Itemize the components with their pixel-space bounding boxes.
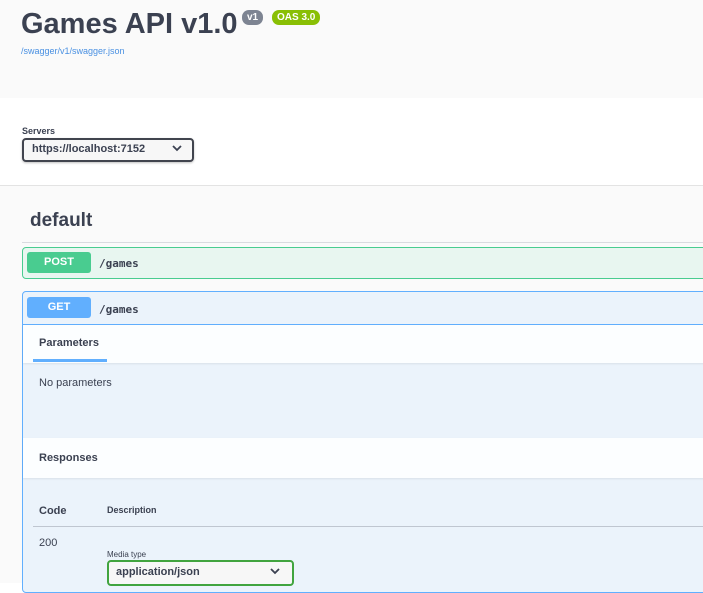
opblock-get-games: GET /games Parameters No parameters Resp… <box>22 291 703 593</box>
column-header-code: Code <box>39 505 67 517</box>
table-header-divider <box>33 526 703 527</box>
no-parameters-text: No parameters <box>39 377 112 389</box>
swagger-json-link[interactable]: /swagger/v1/swagger.json <box>21 46 125 56</box>
servers-label: Servers <box>22 126 56 136</box>
responses-label: Responses <box>39 452 98 464</box>
parameters-header: Parameters <box>23 325 703 363</box>
column-header-description: Description <box>107 505 157 515</box>
tab-parameters[interactable]: Parameters <box>39 337 99 349</box>
chevron-down-icon <box>270 568 280 575</box>
response-code: 200 <box>39 537 58 549</box>
method-badge-get: GET <box>27 297 91 318</box>
responses-header: Responses <box>23 438 703 478</box>
tag-divider <box>22 242 703 243</box>
server-select[interactable]: https://localhost:7152 <box>22 138 194 162</box>
method-badge-post: POST <box>27 252 91 273</box>
server-select-value: https://localhost:7152 <box>32 143 146 155</box>
operation-path: /games <box>99 303 139 316</box>
oas-badge: OAS 3.0 <box>272 10 321 25</box>
operation-path: /games <box>99 257 139 270</box>
opblock-get-summary[interactable]: GET /games <box>23 292 703 325</box>
media-type-value: application/json <box>116 566 200 578</box>
media-type-select[interactable]: application/json <box>107 560 294 586</box>
tag-title[interactable]: default <box>30 210 92 232</box>
api-title: Games API v1.0 <box>21 8 238 40</box>
info-header: Games API v1.0 v1 OAS 3.0 /swagger/v1/sw… <box>0 0 703 98</box>
media-type-label: Media type <box>107 550 147 559</box>
tab-active-indicator <box>33 359 107 362</box>
version-badge: v1 <box>242 10 264 25</box>
opblock-post-games[interactable]: POST /games <box>22 247 703 279</box>
chevron-down-icon <box>172 145 182 152</box>
